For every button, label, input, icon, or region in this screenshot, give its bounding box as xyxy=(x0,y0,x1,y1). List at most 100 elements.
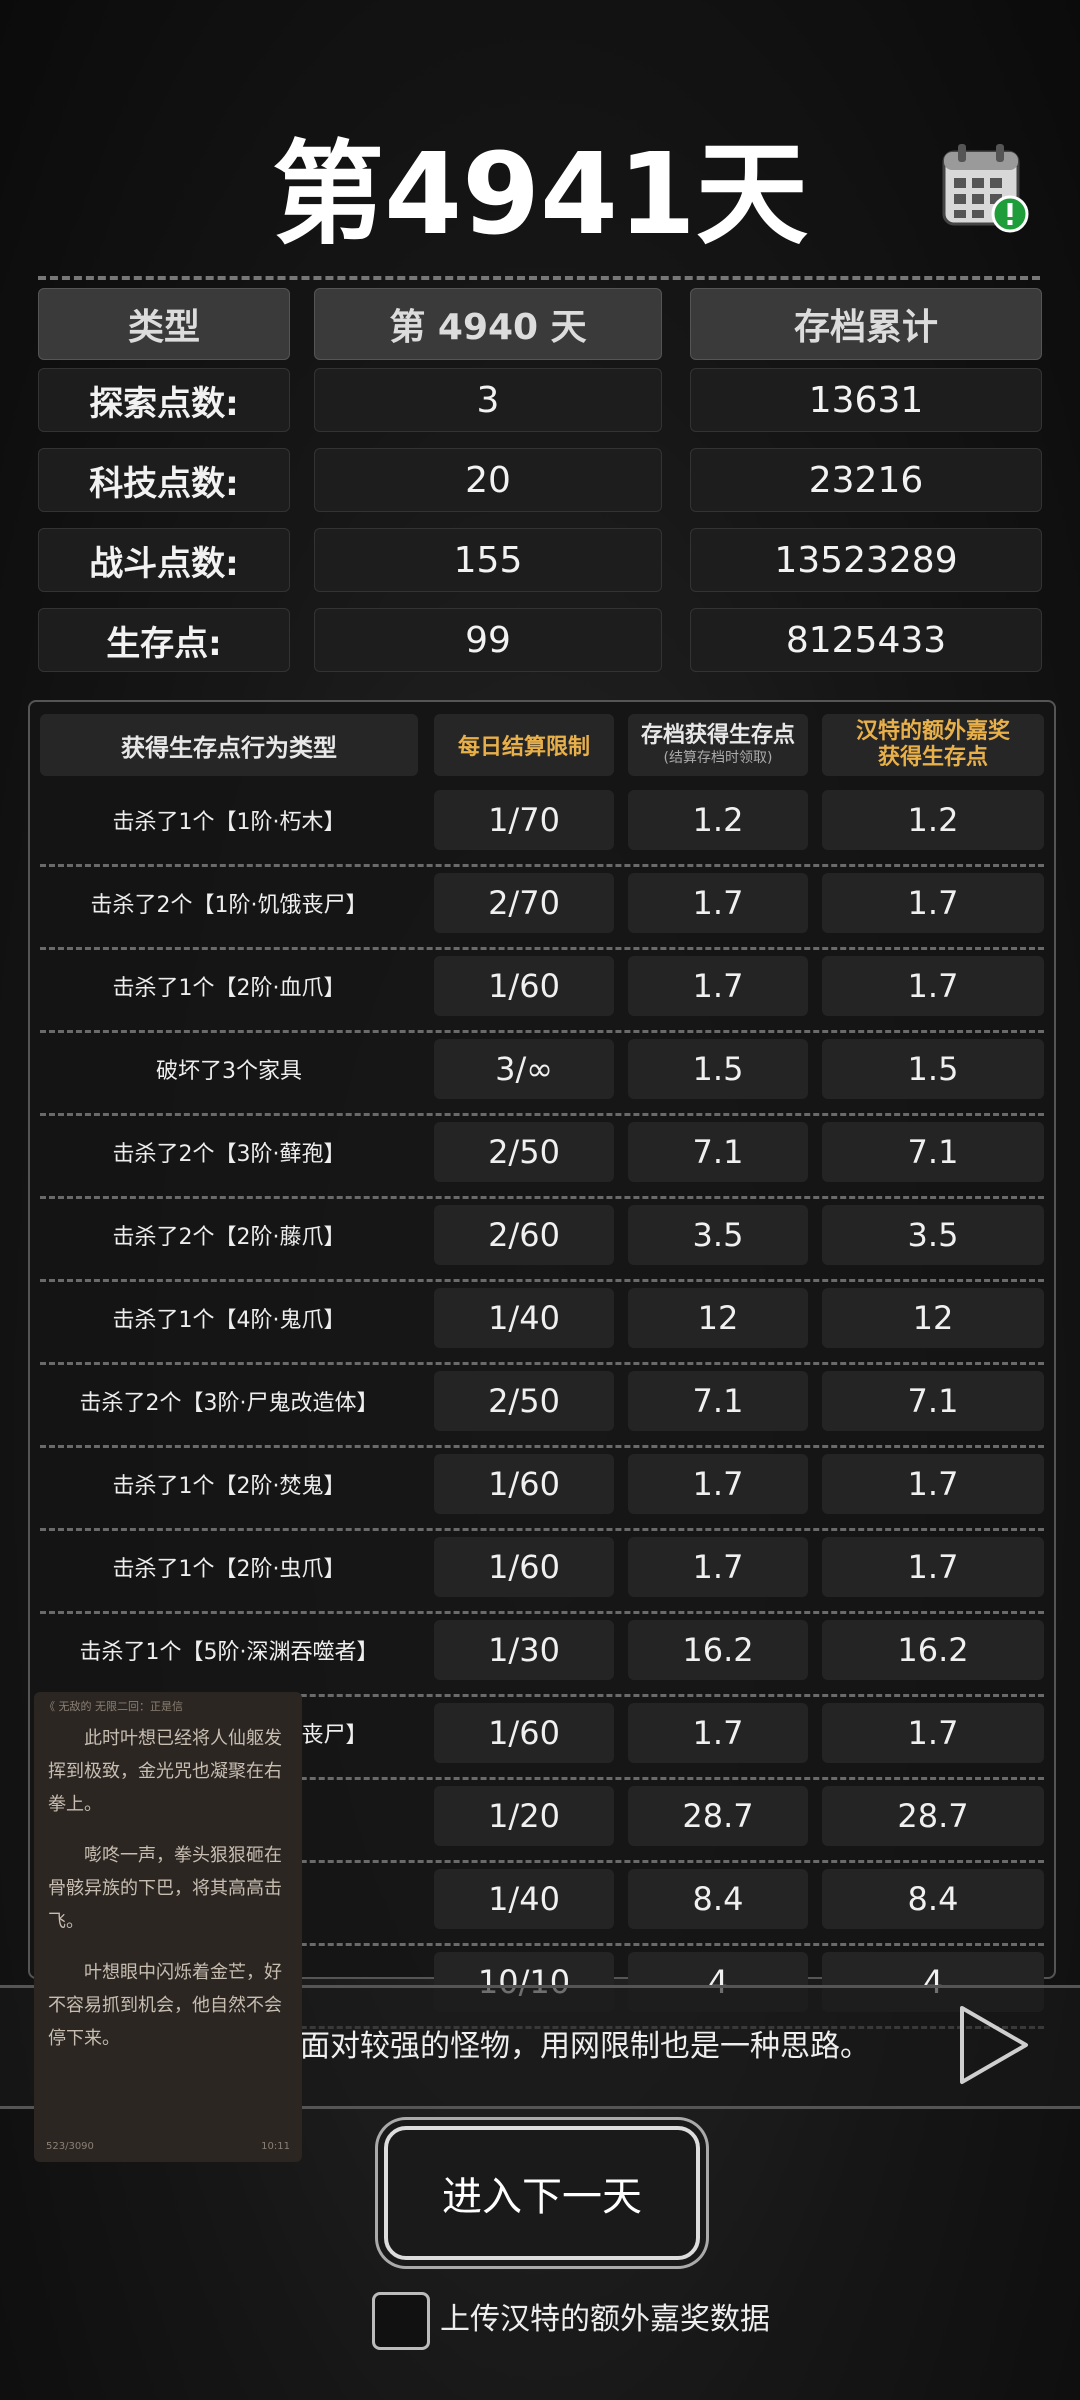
table-row: 击杀了2个【2阶·藤爪】 2/60 3.5 3.5 xyxy=(40,1199,1044,1282)
next-day-button[interactable]: 进入下一天 xyxy=(384,2126,700,2260)
row-action: 击杀了2个【2阶·藤爪】 xyxy=(112,1225,346,1250)
row-daily-limit: 1/60 xyxy=(434,1537,614,1597)
header-archive-label: 存档获得生存点 xyxy=(640,723,795,748)
row-action: 击杀了1个【4阶·鬼爪】 xyxy=(112,1308,346,1333)
summary-table: 类型 第 4940 天 存档累计 探索点数: 3 13631 科技点数: 20 … xyxy=(38,288,1042,688)
row-bonus-points: 16.2 xyxy=(822,1620,1044,1680)
calendar-alert-icon[interactable] xyxy=(938,140,1034,236)
row-action: 击杀了1个【1阶·朽木】 xyxy=(112,810,346,835)
header-archive-points: 存档获得生存点 (结算存档时领取) xyxy=(628,714,808,776)
row-daily-limit: 1/30 xyxy=(434,1620,614,1680)
row-archive-points: 3.5 xyxy=(628,1205,808,1265)
row-daily-limit: 2/70 xyxy=(434,873,614,933)
reader-paragraph: 叶想眼中闪烁着金芒，好不容易抓到机会，他自然不会停下来。 xyxy=(48,1962,282,2049)
table-row: 击杀了2个【3阶·尸鬼改造体】 2/50 7.1 7.1 xyxy=(40,1365,1044,1448)
row-daily-limit: 1/70 xyxy=(434,790,614,850)
row-daily-limit: 2/60 xyxy=(434,1205,614,1265)
row-daily-limit: 1/60 xyxy=(434,1703,614,1763)
row-action: 击杀了1个【2阶·虫爪】 xyxy=(112,1557,346,1582)
row-bonus-points: 1.7 xyxy=(822,956,1044,1016)
row-bonus-points: 3.5 xyxy=(822,1205,1044,1265)
row-archive-points: 1.7 xyxy=(628,1537,808,1597)
row-archive-points: 1.7 xyxy=(628,956,808,1016)
row-bonus-points: 1.2 xyxy=(822,790,1044,850)
row-archive-points: 28.7 xyxy=(628,1786,808,1846)
table-header: 获得生存点行为类型 每日结算限制 存档获得生存点 (结算存档时领取) 汉特的额外… xyxy=(40,714,1044,776)
table-row: 击杀了1个【2阶·焚鬼】 1/60 1.7 1.7 xyxy=(40,1448,1044,1531)
row-archive-points: 1.5 xyxy=(628,1039,808,1099)
header-action-type: 获得生存点行为类型 xyxy=(40,714,418,776)
row-archive-points: 7.1 xyxy=(628,1371,808,1431)
row-archive-points: 1.7 xyxy=(628,873,808,933)
reader-body: 此时叶想已经将人仙躯发挥到极致，金光咒也凝聚在右拳上。 嘭咚一声，拳头狠狠砸在骨… xyxy=(48,1722,292,2073)
table-row: 击杀了2个【1阶·饥饿丧尸】 2/70 1.7 1.7 xyxy=(40,867,1044,950)
row-daily-limit: 2/50 xyxy=(434,1122,614,1182)
summary-day-value: 3 xyxy=(314,368,662,432)
summary-row-explore: 探索点数: 3 13631 xyxy=(38,368,1042,432)
row-bonus-points: 12 xyxy=(822,1288,1044,1348)
row-daily-limit: 1/40 xyxy=(434,1288,614,1348)
row-action: 击杀了1个【2阶·焚鬼】 xyxy=(112,1474,346,1499)
row-daily-limit: 1/60 xyxy=(434,956,614,1016)
table-row: 击杀了1个【2阶·虫爪】 1/60 1.7 1.7 xyxy=(40,1531,1044,1614)
summary-header-type: 类型 xyxy=(38,288,290,360)
table-row: 破坏了3个家具 3/∞ 1.5 1.5 xyxy=(40,1033,1044,1116)
upload-bonus-checkbox[interactable] xyxy=(372,2292,430,2350)
row-bonus-points: 8.4 xyxy=(822,1869,1044,1929)
table-row: 击杀了1个【1阶·朽木】 1/70 1.2 1.2 xyxy=(40,784,1044,867)
summary-row-tech: 科技点数: 20 23216 xyxy=(38,448,1042,512)
header-bonus-line1: 汉特的额外嘉奖 xyxy=(855,719,1010,744)
row-archive-points: 8.4 xyxy=(628,1869,808,1929)
row-archive-points: 16.2 xyxy=(628,1620,808,1680)
table-row: 击杀了1个【4阶·鬼爪】 1/40 12 12 xyxy=(40,1282,1044,1365)
summary-label: 科技点数: xyxy=(38,448,290,512)
row-bonus-points: 7.1 xyxy=(822,1371,1044,1431)
summary-total-value: 13523289 xyxy=(690,528,1042,592)
summary-total-value: 13631 xyxy=(690,368,1042,432)
row-bonus-points: 7.1 xyxy=(822,1122,1044,1182)
row-action: 击杀了2个【3阶·藓孢】 xyxy=(112,1142,346,1167)
summary-total-value: 23216 xyxy=(690,448,1042,512)
row-archive-points: 1.7 xyxy=(628,1703,808,1763)
summary-header-day: 第 4940 天 xyxy=(314,288,662,360)
row-archive-points: 1.2 xyxy=(628,790,808,850)
row-daily-limit: 1/20 xyxy=(434,1786,614,1846)
divider xyxy=(38,276,1040,280)
header-archive-sublabel: (结算存档时领取) xyxy=(663,750,773,766)
reader-time: 10:11 xyxy=(261,2141,290,2152)
table-row: 击杀了1个【2阶·血爪】 1/60 1.7 1.7 xyxy=(40,950,1044,1033)
row-archive-points: 1.7 xyxy=(628,1454,808,1514)
upload-bonus-label: 上传汉特的额外嘉奖数据 xyxy=(440,2302,770,2337)
row-bonus-points: 1.5 xyxy=(822,1039,1044,1099)
tip-text: 面对较强的怪物，用网限制也是一种思路。 xyxy=(300,2029,870,2064)
row-daily-limit: 1/60 xyxy=(434,1454,614,1514)
summary-total-value: 8125433 xyxy=(690,608,1042,672)
row-daily-limit: 1/40 xyxy=(434,1869,614,1929)
row-action: 击杀了1个【2阶·血爪】 xyxy=(112,976,346,1001)
summary-header-row: 类型 第 4940 天 存档累计 xyxy=(38,288,1042,360)
row-action: 击杀了2个【3阶·尸鬼改造体】 xyxy=(79,1391,379,1416)
table-row: 击杀了2个【3阶·藓孢】 2/50 7.1 7.1 xyxy=(40,1116,1044,1199)
header-bonus-points: 汉特的额外嘉奖 获得生存点 xyxy=(822,714,1044,776)
page-title: 第4941天 xyxy=(272,130,808,260)
summary-day-value: 99 xyxy=(314,608,662,672)
row-bonus-points: 28.7 xyxy=(822,1786,1044,1846)
summary-label: 生存点: xyxy=(38,608,290,672)
reader-paragraph: 此时叶想已经将人仙躯发挥到极致，金光咒也凝聚在右拳上。 xyxy=(48,1728,282,1815)
summary-day-value: 155 xyxy=(314,528,662,592)
summary-label: 探索点数: xyxy=(38,368,290,432)
row-action: 击杀了1个【5阶·深渊吞噬者】 xyxy=(79,1640,379,1665)
row-bonus-points: 1.7 xyxy=(822,1703,1044,1763)
row-bonus-points: 1.7 xyxy=(822,1537,1044,1597)
reader-paragraph: 嘭咚一声，拳头狠狠砸在骨骸异族的下巴，将其高高击飞。 xyxy=(48,1845,282,1932)
summary-day-value: 20 xyxy=(314,448,662,512)
row-bonus-points: 1.7 xyxy=(822,873,1044,933)
row-daily-limit: 2/50 xyxy=(434,1371,614,1431)
row-bonus-points: 1.7 xyxy=(822,1454,1044,1514)
reader-overlay[interactable]: 《 无敌的 无限二回：正是信 此时叶想已经将人仙躯发挥到极致，金光咒也凝聚在右拳… xyxy=(34,1692,302,2162)
row-archive-points: 12 xyxy=(628,1288,808,1348)
row-action: 破坏了3个家具 xyxy=(156,1059,302,1084)
reader-page-count: 523/3090 xyxy=(46,2141,94,2152)
play-icon[interactable] xyxy=(956,2004,1032,2086)
summary-header-total: 存档累计 xyxy=(690,288,1042,360)
